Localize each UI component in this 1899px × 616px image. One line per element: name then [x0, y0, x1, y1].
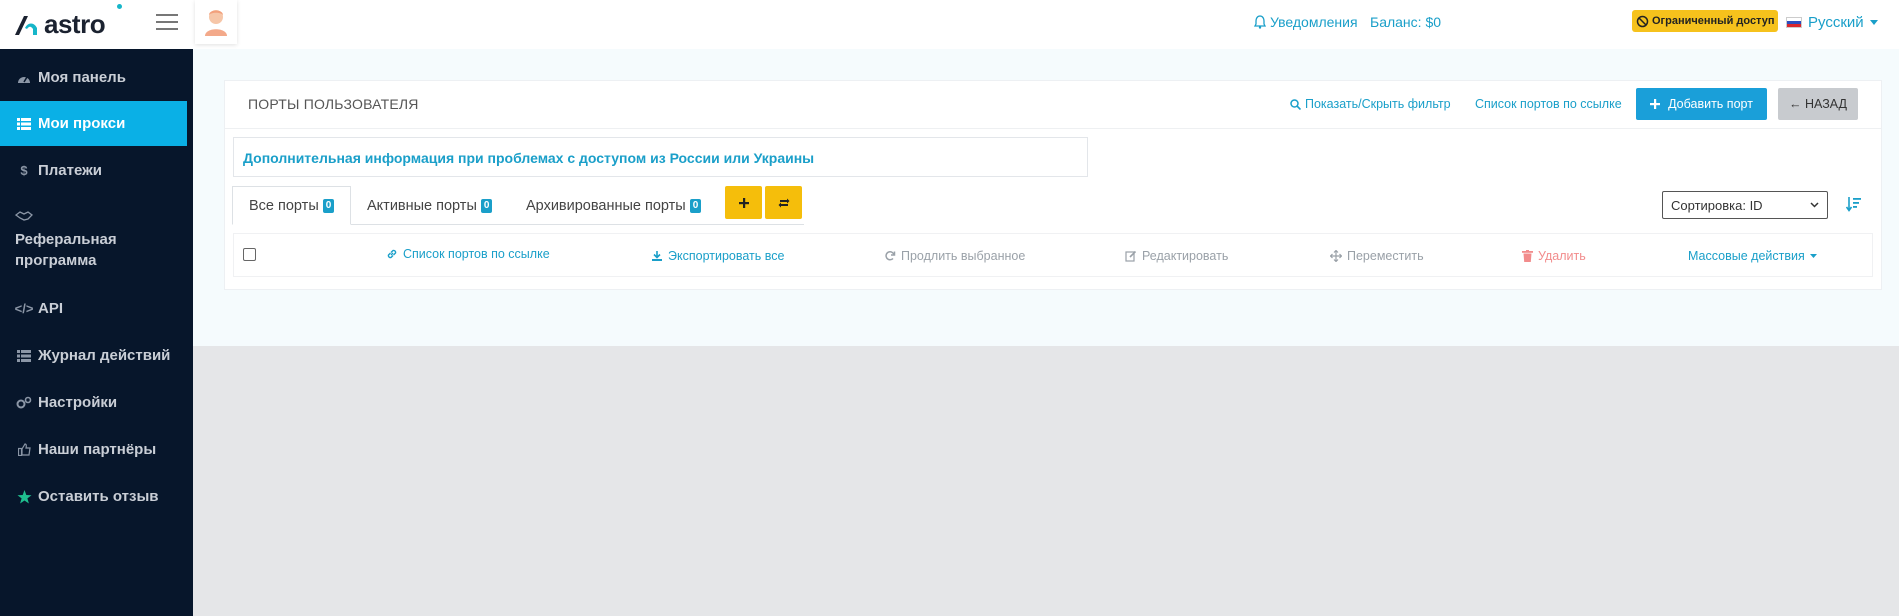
code-icon: </> — [14, 301, 34, 316]
restricted-label: Ограниченный доступ — [1652, 15, 1775, 27]
dashboard-icon — [16, 72, 32, 84]
add-port-label: Добавить порт — [1668, 97, 1753, 111]
select-all-checkbox[interactable] — [243, 248, 256, 261]
move-action[interactable]: Переместить — [1330, 249, 1424, 263]
action-label: Удалить — [1538, 249, 1586, 263]
sidebar-item-label: Моя панель — [38, 69, 126, 86]
refresh-icon — [778, 198, 789, 207]
tab-archived-ports[interactable]: Архивированные порты 0 — [510, 186, 717, 225]
sidebar-item-label: Платежи — [38, 162, 102, 179]
sort-select[interactable]: Сортировка: ID — [1662, 191, 1828, 219]
action-label: Экспортировать все — [668, 249, 785, 263]
plus-icon — [738, 197, 749, 208]
sidebar-item-payments[interactable]: $ Платежи — [0, 148, 193, 193]
list-icon — [16, 117, 32, 130]
dollar-icon: $ — [20, 163, 28, 178]
link-icon — [387, 249, 397, 259]
menu-toggle-icon[interactable] — [156, 12, 178, 32]
notifications-label: Уведомления — [1270, 14, 1358, 30]
ban-icon — [1636, 15, 1649, 27]
logo-dot — [117, 4, 122, 9]
refresh-icon — [885, 251, 896, 261]
balance: Баланс: $0 — [1370, 14, 1442, 30]
back-button[interactable]: ← НАЗАД — [1778, 88, 1858, 120]
sidebar-item-label: Журнал действий — [38, 347, 171, 364]
sidebar-item-my-proxies[interactable]: Мои прокси — [0, 101, 187, 146]
star-icon — [16, 489, 32, 504]
add-port-button[interactable]: Добавить порт — [1636, 88, 1767, 120]
ports-by-link-header-link[interactable]: Список портов по ссылке — [1475, 97, 1622, 111]
astro-logo-icon — [15, 15, 37, 35]
sidebar-item-dashboard[interactable]: Моя панель — [0, 55, 193, 100]
language-selector[interactable]: Русский — [1786, 0, 1878, 44]
sidebar-item-label: API — [38, 300, 64, 317]
russia-flag-icon — [1786, 16, 1802, 28]
action-label: Продлить выбранное — [901, 249, 1026, 263]
language-label: Русский — [1808, 13, 1864, 31]
thumbs-up-icon — [16, 443, 32, 456]
logo-text: astro — [44, 9, 106, 39]
filter-toggle-link[interactable]: Показать/Скрыть фильтр — [1290, 97, 1451, 111]
count-badge: 0 — [322, 198, 335, 213]
top-bar: astro Уведомления Баланс: $0 Ограниченны… — [0, 0, 1899, 49]
trash-icon — [1522, 250, 1533, 262]
action-label: Переместить — [1347, 249, 1424, 263]
caret-down-icon — [1869, 19, 1878, 25]
edit-icon — [1125, 250, 1137, 262]
sidebar-item-referral[interactable]: Реферальная программа — [15, 229, 185, 271]
user-avatar-icon — [205, 10, 227, 36]
tab-label: Архивированные порты — [526, 197, 686, 214]
sidebar-item-activity-log[interactable]: Журнал действий — [0, 333, 193, 378]
action-label: Редактировать — [1142, 249, 1229, 263]
add-group-button[interactable] — [725, 186, 762, 219]
renew-selected-action[interactable]: Продлить выбранное — [884, 249, 1025, 263]
page-title: ПОРТЫ ПОЛЬЗОВАТЕЛЯ — [248, 96, 419, 112]
panel-divider — [225, 128, 1881, 129]
ports-by-link-action[interactable]: Список портов по ссылке — [386, 247, 550, 261]
tab-label: Все порты — [249, 197, 319, 214]
handshake-icon — [14, 209, 33, 227]
delete-action[interactable]: Удалить — [1522, 249, 1586, 263]
chevron-down-icon — [1810, 202, 1819, 208]
bulk-actions-dropdown[interactable]: Массовые действия — [1688, 249, 1817, 263]
move-icon — [1330, 250, 1342, 262]
export-all-action[interactable]: Экспортировать все — [651, 249, 784, 263]
gears-icon — [16, 396, 32, 409]
sidebar-item-label: Настройки — [38, 394, 118, 411]
filter-toggle-label: Показать/Скрыть фильтр — [1305, 97, 1451, 111]
sort-direction-icon[interactable] — [1845, 196, 1862, 217]
action-label: Массовые действия — [1688, 249, 1805, 263]
plus-icon — [1650, 99, 1661, 109]
count-badge: 0 — [689, 198, 702, 213]
sidebar-item-settings[interactable]: Настройки — [0, 380, 193, 425]
tab-all-ports[interactable]: Все порты 0 — [232, 186, 352, 225]
count-badge: 0 — [480, 198, 493, 213]
sidebar-item-partners[interactable]: Наши партнёры — [0, 427, 193, 472]
action-label: Список портов по ссылке — [403, 247, 550, 261]
search-icon — [1290, 98, 1301, 110]
edit-action[interactable]: Редактировать — [1125, 249, 1228, 263]
sidebar-item-label: Оставить отзыв — [38, 488, 159, 505]
sidebar-item-label: Мои прокси — [38, 115, 126, 132]
download-icon — [652, 251, 662, 261]
sidebar-item-label: Наши партнёры — [38, 441, 157, 458]
sidebar-item-leave-review[interactable]: Оставить отзыв — [0, 474, 193, 519]
avatar[interactable] — [195, 0, 237, 44]
restricted-access-badge[interactable]: Ограниченный доступ — [1632, 10, 1779, 32]
sort-selected-label: Сортировка: ID — [1671, 197, 1763, 213]
tab-active-ports[interactable]: Активные порты 0 — [351, 186, 508, 225]
notifications-link[interactable]: Уведомления — [1254, 0, 1358, 44]
tab-label: Активные порты — [367, 197, 477, 214]
refresh-button[interactable] — [765, 186, 802, 219]
logo[interactable]: astro — [12, 9, 106, 40]
info-link[interactable]: Дополнительная информация при проблемах … — [243, 150, 814, 166]
bell-icon — [1254, 15, 1266, 29]
list-icon — [16, 349, 32, 362]
caret-down-icon — [1809, 254, 1817, 258]
sidebar-item-api[interactable]: </> API — [0, 286, 193, 331]
